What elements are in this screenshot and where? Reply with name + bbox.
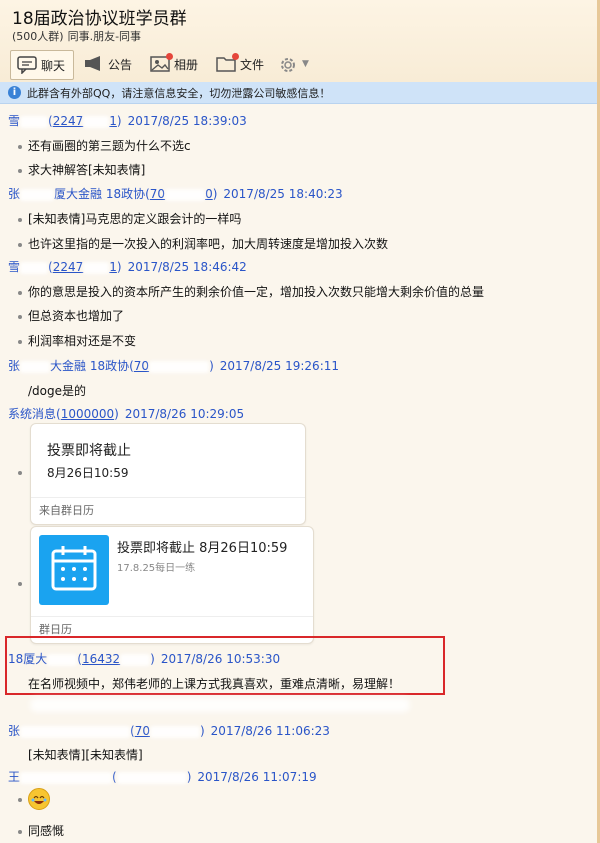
message-text: 利润率相对还是不变 [18,332,136,349]
security-notice-bar: i 此群含有外部QQ，请注意信息安全，切勿泄露公司敏感信息！ [0,82,597,104]
card-subtitle: 17.8.25每日一练 [117,563,196,574]
files-notification-dot [232,53,239,60]
tab-files[interactable]: 文件 [216,50,276,78]
message-sender[interactable]: 雪 (2247 1) 2017/8/25 18:39:03 [8,112,247,129]
calendar-icon [39,535,109,605]
tab-chat[interactable]: 聊天 [10,50,74,80]
message-time: 2017/8/26 11:07:19 [197,770,317,784]
message-text: 同感慨 [18,822,64,839]
chevron-down-icon: ▼ [302,59,309,69]
album-notification-dot [166,53,173,60]
chat-header: 18届政治协议班学员群 (500人群) 同事.朋友-同事 聊天 公告 相册 文件… [0,0,597,82]
laughing-emoji-icon [28,788,50,810]
card-footer: 来自群日历 [31,497,305,524]
card-subtitle: 8月26日10:59 [47,466,129,480]
message-time: 2017/8/25 18:40:23 [223,187,343,201]
calendar-card-daily[interactable]: 投票即将截止 8月26日10:59 17.8.25每日一练 群日历 [30,526,314,644]
message-text: 但总资本也增加了 [18,307,124,324]
message-sender[interactable]: 雪 (2247 1) 2017/8/25 18:46:42 [8,258,247,275]
list-bullet [18,582,22,586]
highlight-box [5,636,445,695]
message-time: 2017/8/26 11:06:23 [210,724,330,738]
qq-group-chat-window: 18届政治协议班学员群 (500人群) 同事.朋友-同事 聊天 公告 相册 文件… [0,0,600,843]
member-count: (500人群) [12,30,64,43]
gear-icon [278,55,298,73]
message-time: 2017/8/25 18:46:42 [127,260,247,274]
redaction-smear [30,698,410,712]
message-time: 2017/8/25 18:39:03 [127,114,247,128]
tab-announcement-label: 公告 [108,57,133,72]
tab-files-label: 文件 [240,57,265,72]
tab-chat-label: 聊天 [41,58,66,73]
message-text: [未知表情][未知表情] [28,748,143,762]
message-list: 雪 (2247 1) 2017/8/25 18:39:03 还有画圈的第三题为什么不选… [0,104,597,843]
message-sender[interactable]: 系统消息(1000000) 2017/8/26 10:29:05 [8,405,244,422]
message-text: 你的意思是投入的资本所产生的剩余价值一定，增加投入次数只能增大剩余价值的总量 [18,283,484,300]
info-icon: i [8,86,21,99]
folder-icon [216,53,239,73]
tab-album[interactable]: 相册 [150,50,210,78]
message-sender[interactable]: 张厦大金融 18政协(70 0) 2017/8/25 18:40:23 [8,185,343,202]
photo-album-icon [150,53,173,73]
settings-menu-button[interactable]: ▼ [278,50,318,78]
message-text: 还有画圈的第三题为什么不选c [18,137,191,154]
message-time: 2017/8/26 10:29:05 [124,407,245,421]
calendar-card-vote[interactable]: 投票即将截止 8月26日10:59 来自群日历 [30,423,306,525]
megaphone-icon [84,55,104,73]
group-subtitle: (500人群) 同事.朋友-同事 [12,28,141,44]
message-text: [未知表情]马克思的定义跟会计的一样吗 [18,210,241,227]
message-time: 2017/8/25 19:26:11 [219,359,340,373]
tab-album-label: 相册 [174,57,199,72]
list-bullet [18,798,22,802]
list-bullet [18,471,22,475]
tab-announcement[interactable]: 公告 [84,50,140,78]
notice-text: 此群含有外部QQ，请注意信息安全，切勿泄露公司敏感信息！ [27,86,331,100]
card-title: 投票即将截止 8月26日10:59 [117,541,288,556]
message-text: 也许这里指的是一次投入的利润率吧，加大周转速度是增加投入次数 [18,235,388,252]
message-sender[interactable]: 王() 2017/8/26 11:07:19 [8,768,317,785]
card-title: 投票即将截止 [47,443,131,459]
message-sender[interactable]: 张大金融 18政协(70) 2017/8/25 19:26:11 [8,357,339,374]
message-sender[interactable]: 张 (70) 2017/8/26 11:06:23 [8,722,330,739]
group-title: 18届政治协议班学员群 [12,9,187,29]
group-tags: 同事.朋友-同事 [67,30,142,43]
message-text: 求大神解答[未知表情] [18,161,145,178]
message-text: /doge是的 [28,384,87,398]
chat-bubble-icon [17,56,37,75]
